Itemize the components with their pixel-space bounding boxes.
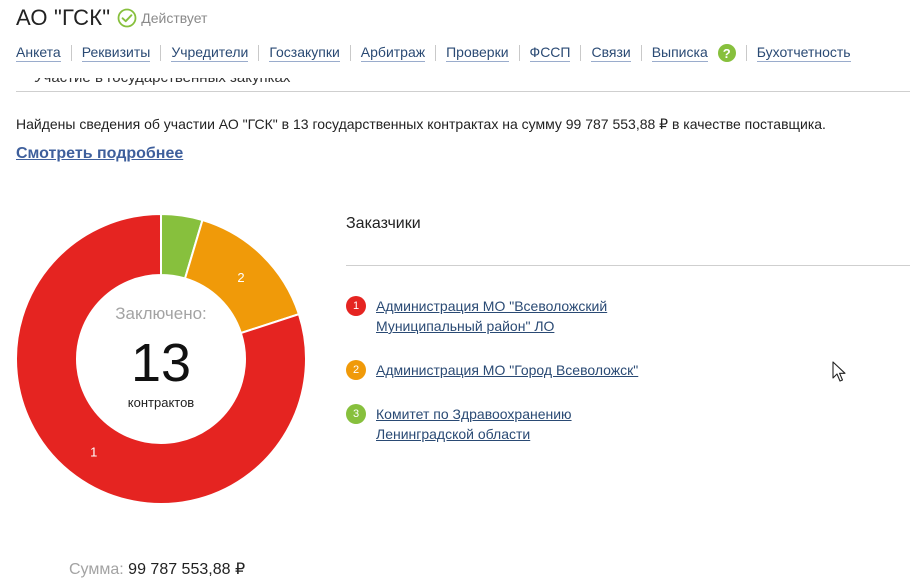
header-divider [16, 91, 910, 92]
contracts-count: 13 [130, 333, 192, 393]
tab-divider [640, 45, 642, 61]
tab-divider [745, 45, 747, 61]
tab-arbitrazh[interactable]: Арбитраж [360, 44, 426, 62]
customer-number-badge: 3 [346, 404, 366, 424]
donut-slice-label: 2 [237, 270, 244, 285]
customer-name-line1: Администрация МО "Всеволожский [376, 298, 608, 314]
customer-name-line1: Администрация МО "Город Всеволожск" [376, 362, 639, 378]
tab-divider [349, 45, 351, 61]
title-row: АО "ГСК" Действует [16, 5, 207, 31]
check-circle-icon [117, 8, 137, 28]
tab-proverki[interactable]: Проверки [446, 44, 509, 62]
tab-goszakupki[interactable]: Госзакупки [269, 44, 340, 62]
donut-label-top: Заключено: [115, 304, 207, 323]
customer-link[interactable]: Администрация МО "Город Всеволожск" [376, 360, 676, 380]
tab-buhotchetnost[interactable]: Бухотчетность [756, 44, 851, 62]
donut-label-bottom: контрактов [127, 395, 195, 410]
customer-link[interactable]: Комитет по Здравоохранению Ленинградской… [376, 404, 636, 444]
mouse-cursor-icon [832, 361, 846, 382]
help-question-icon[interactable]: ? [717, 44, 736, 62]
tab-rekvizity[interactable]: Реквизиты [81, 44, 151, 62]
company-name: АО "ГСК" [16, 5, 111, 30]
tab-divider [580, 45, 582, 61]
tabs-nav: Анкета Реквизиты Учредители Госзакупки А… [16, 44, 851, 62]
donut-slice-label: 1 [90, 445, 97, 460]
tab-divider [435, 45, 437, 61]
customer-link[interactable]: Администрация МО "Всеволожский Муниципал… [376, 296, 636, 336]
sum-label: Сумма: [69, 561, 124, 578]
customers-divider [346, 265, 910, 266]
customer-item: 1 Администрация МО "Всеволожский Муницип… [346, 296, 636, 336]
status-badge: Действует [117, 8, 207, 28]
status-text: Действует [141, 10, 208, 26]
tab-divider [258, 45, 260, 61]
customer-name-line2: Ленинградской области [376, 426, 531, 442]
sum-row: Сумма: 99 787 553,88 ₽ [69, 559, 245, 579]
customer-item: 2 Администрация МО "Город Всеволожск" [346, 360, 676, 380]
customers-title: Заказчики [346, 215, 421, 232]
customer-item: 3 Комитет по Здравоохранению Ленинградск… [346, 404, 636, 444]
tab-divider [160, 45, 162, 61]
view-details-link[interactable]: Смотреть подробнее [16, 145, 183, 163]
tab-divider [518, 45, 520, 61]
customer-number-badge: 2 [346, 360, 366, 380]
tab-uchrediteli[interactable]: Учредители [171, 44, 249, 62]
section-heading: Участие в государственных закупках [34, 78, 290, 86]
tab-svyazi[interactable]: Связи [591, 44, 631, 62]
customer-number-badge: 1 [346, 296, 366, 316]
tab-vypiska[interactable]: Выписка [651, 44, 708, 62]
summary-text: Найдены сведения об участии АО "ГСК" в 1… [16, 116, 826, 132]
customer-name-line2: Муниципальный район" ЛО [376, 318, 555, 334]
tab-anketa[interactable]: Анкета [16, 44, 61, 62]
sum-value: 99 787 553,88 ₽ [128, 561, 246, 578]
customer-name-line1: Комитет по Здравоохранению [376, 406, 572, 422]
section-heading-clipped: Участие в государственных закупках [34, 78, 364, 90]
tab-divider [70, 45, 72, 61]
tab-fssp[interactable]: ФССП [529, 44, 571, 62]
